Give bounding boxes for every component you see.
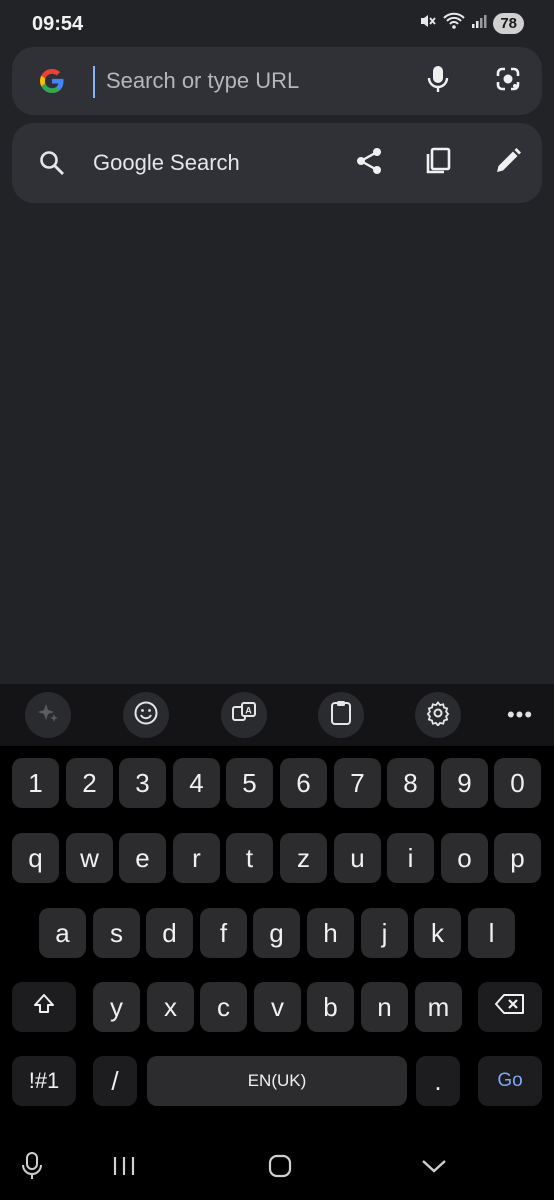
google-lens-button[interactable]	[486, 59, 530, 103]
key-u[interactable]: u	[334, 833, 381, 883]
key-v[interactable]: v	[254, 982, 301, 1032]
ai-sparkle-icon	[36, 701, 60, 730]
backspace-icon	[494, 992, 526, 1023]
shift-key[interactable]	[12, 982, 76, 1032]
keyboard-mic-button[interactable]	[14, 1150, 50, 1186]
key-c[interactable]: c	[200, 982, 247, 1032]
mute-icon	[419, 12, 437, 35]
key-g[interactable]: g	[253, 908, 300, 958]
svg-text:A: A	[245, 705, 252, 715]
search-input[interactable]	[106, 63, 406, 99]
key-y[interactable]: y	[93, 982, 140, 1032]
translate-button[interactable]: A	[221, 692, 267, 738]
clipboard-button[interactable]	[318, 692, 364, 738]
home-button[interactable]	[262, 1150, 298, 1186]
key-6[interactable]: 6	[280, 758, 327, 808]
copy-button[interactable]	[416, 141, 460, 185]
space-key[interactable]: EN(UK)	[147, 1056, 407, 1106]
text-cursor	[93, 66, 95, 98]
recent-apps-icon	[112, 1155, 136, 1182]
period-key[interactable]: .	[416, 1056, 460, 1106]
google-g-icon	[38, 67, 66, 95]
share-button[interactable]	[347, 141, 391, 185]
battery-badge: 78	[493, 13, 524, 34]
wifi-icon	[443, 12, 466, 35]
slash-key[interactable]: /	[93, 1056, 137, 1106]
key-i[interactable]: i	[387, 833, 434, 883]
key-d[interactable]: d	[146, 908, 193, 958]
microphone-icon	[427, 65, 449, 98]
signal-icon	[471, 13, 487, 34]
emoji-icon	[133, 700, 159, 731]
key-m[interactable]: m	[415, 982, 462, 1032]
keyboard: A ••• 1234567890 qwertzuiop asdfghjkl yxcvb…	[0, 684, 554, 1200]
key-7[interactable]: 7	[334, 758, 381, 808]
key-a[interactable]: a	[39, 908, 86, 958]
key-5[interactable]: 5	[226, 758, 273, 808]
key-e[interactable]: e	[119, 833, 166, 883]
key-s[interactable]: s	[93, 908, 140, 958]
status-time: 09:54	[32, 13, 84, 35]
key-r[interactable]: r	[173, 833, 220, 883]
microphone-button[interactable]	[416, 59, 460, 103]
suggestion-label: Google Search	[93, 150, 240, 175]
search-icon	[38, 149, 66, 182]
ai-button[interactable]	[25, 692, 71, 738]
home-icon	[268, 1154, 292, 1183]
key-n[interactable]: n	[361, 982, 408, 1032]
key-9[interactable]: 9	[441, 758, 488, 808]
key-f[interactable]: f	[200, 908, 247, 958]
navigation-bar	[0, 1136, 554, 1200]
key-p[interactable]: p	[494, 833, 541, 883]
copy-icon	[423, 146, 453, 181]
key-1[interactable]: 1	[12, 758, 59, 808]
translate-icon: A	[231, 700, 257, 731]
key-k[interactable]: k	[414, 908, 461, 958]
google-lens-icon	[494, 65, 522, 98]
shift-icon	[32, 992, 56, 1023]
emoji-button[interactable]	[123, 692, 169, 738]
key-o[interactable]: o	[441, 833, 488, 883]
key-2[interactable]: 2	[66, 758, 113, 808]
hide-keyboard-button[interactable]	[416, 1150, 452, 1186]
key-x[interactable]: x	[147, 982, 194, 1032]
keyboard-toolbar: A •••	[0, 684, 554, 746]
share-icon	[354, 146, 384, 181]
key-w[interactable]: w	[66, 833, 113, 883]
edit-icon	[493, 146, 523, 181]
key-8[interactable]: 8	[387, 758, 434, 808]
hide-keyboard-icon	[421, 1158, 447, 1179]
key-b[interactable]: b	[307, 982, 354, 1032]
go-key[interactable]: Go	[478, 1056, 542, 1106]
settings-button[interactable]	[415, 692, 461, 738]
key-0[interactable]: 0	[494, 758, 541, 808]
more-icon[interactable]: •••	[497, 692, 543, 738]
keyboard-mic-icon	[21, 1151, 43, 1186]
key-z[interactable]: z	[280, 833, 327, 883]
backspace-key[interactable]	[478, 982, 542, 1032]
clipboard-icon	[329, 700, 353, 731]
key-h[interactable]: h	[307, 908, 354, 958]
key-q[interactable]: q	[12, 833, 59, 883]
status-bar: 09:54 78	[0, 0, 554, 46]
status-icons: 78	[419, 12, 524, 35]
key-t[interactable]: t	[226, 833, 273, 883]
key-3[interactable]: 3	[119, 758, 166, 808]
key-4[interactable]: 4	[173, 758, 220, 808]
omnibox[interactable]	[12, 47, 542, 115]
recent-apps-button[interactable]	[106, 1150, 142, 1186]
key-l[interactable]: l	[468, 908, 515, 958]
key-j[interactable]: j	[361, 908, 408, 958]
suggestion-google-search[interactable]: Google Search	[12, 123, 542, 203]
settings-icon	[425, 700, 451, 731]
symbols-key[interactable]: !#1	[12, 1056, 76, 1106]
edit-button[interactable]	[486, 141, 530, 185]
